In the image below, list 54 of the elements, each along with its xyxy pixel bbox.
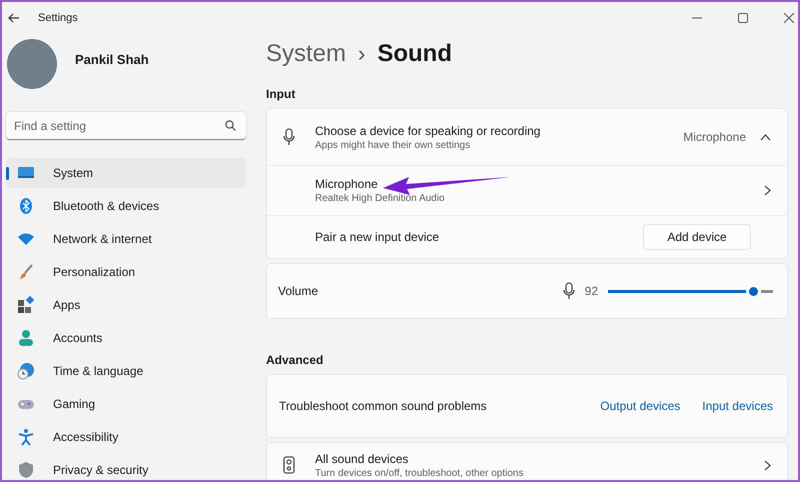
breadcrumb-parent[interactable]: System [266, 40, 346, 68]
device-name: Microphone [315, 177, 378, 191]
row-title: Volume [278, 284, 320, 298]
sidebar-item[interactable]: Time & language [6, 356, 246, 386]
device-row[interactable]: Microphone Realtek High Definition Audio [267, 165, 787, 215]
back-arrow-icon[interactable] [8, 13, 20, 23]
bluetooth-icon [17, 197, 35, 215]
section-heading: Advanced [266, 353, 324, 367]
troubleshoot-link[interactable]: Output devices [600, 399, 680, 413]
row-subtitle: Apps might have their own settings [315, 140, 470, 150]
globe-clock-icon [17, 362, 35, 380]
close-icon[interactable] [784, 13, 794, 23]
user-name: Pankil Shah [75, 52, 149, 66]
chevron-right-icon [764, 185, 771, 196]
window-title: Settings [38, 12, 78, 24]
sidebar-item[interactable]: Accounts [6, 323, 246, 353]
sidebar-item[interactable]: Network & internet [6, 224, 246, 254]
device-chooser-row[interactable]: Choose a device for speaking or recording Apps might have their own settings Microphone [267, 109, 787, 165]
search-field[interactable]: Find a setting [6, 112, 246, 140]
sidebar-item[interactable]: System [6, 158, 246, 188]
row-subtitle: Turn devices on/off, troubleshoot, other options [315, 468, 524, 478]
row-title: Choose a device for speaking or recording [315, 124, 540, 138]
microphone-icon [283, 128, 295, 146]
volume-reading: 92 [584, 284, 598, 298]
row-title: Troubleshoot common sound problems [279, 399, 488, 413]
sidebar-item[interactable]: Bluetooth & devices [6, 191, 246, 221]
avatar-photo-placeholder [7, 39, 57, 89]
accessibility-icon [17, 428, 35, 446]
page-title: Sound [377, 40, 452, 68]
section-heading: Input [266, 87, 296, 101]
chevron-up-icon[interactable] [760, 134, 771, 140]
search-icon [225, 120, 236, 131]
microphone-icon[interactable] [562, 282, 575, 300]
shield-icon [17, 461, 35, 479]
chevron-right-icon [764, 460, 771, 470]
add-device-button[interactable]: Add device [643, 224, 751, 250]
minimize-icon[interactable] [692, 17, 702, 19]
troubleshoot-link[interactable]: Input devices [702, 399, 773, 413]
sidebar-item[interactable]: Privacy & security [6, 455, 246, 480]
apps-icon [17, 296, 35, 314]
paintbrush-icon [17, 263, 35, 281]
sidebar-item[interactable]: Apps [6, 290, 246, 320]
sidebar-item[interactable]: Gaming [6, 389, 246, 419]
breadcrumb-separator: › [358, 41, 366, 67]
person-icon [17, 329, 35, 347]
row-title: All sound devices [315, 452, 408, 466]
device-detail: Realtek High Definition Audio [315, 193, 445, 204]
sidebar-item[interactable]: Personalization [6, 257, 246, 287]
sidebar-item[interactable]: Accessibility [6, 422, 246, 452]
selected-device-value: Microphone [683, 130, 746, 144]
row-title: Pair a new input device [315, 230, 440, 244]
maximize-icon[interactable] [738, 13, 748, 23]
speaker-icon [283, 456, 295, 474]
all-sound-devices-row[interactable]: All sound devices Turn devices on/off, troubleshoot, other options [266, 442, 788, 480]
